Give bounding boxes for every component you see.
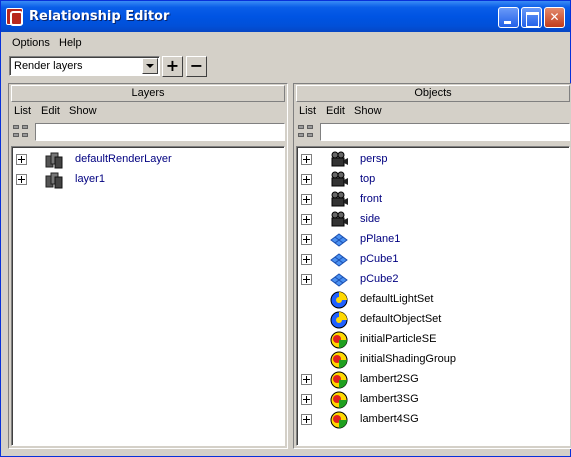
object-row[interactable]: defaultLightSet: [297, 290, 569, 310]
layer-row-label: defaultRenderLayer: [75, 153, 172, 165]
object-row-label: lambert3SG: [360, 393, 419, 405]
expand-icon[interactable]: [16, 154, 27, 165]
object-row[interactable]: initialShadingGroup: [297, 350, 569, 370]
layers-header: Layers: [11, 85, 285, 102]
layers-menu-list[interactable]: List: [14, 105, 31, 117]
filter-icon[interactable]: [296, 122, 318, 142]
objects-panel: Objects List Edit Show persp top front side…: [293, 83, 571, 449]
editor-mode-dropdown[interactable]: Render layers: [9, 56, 160, 76]
expand-icon[interactable]: [301, 274, 312, 285]
layer-row[interactable]: layer1: [12, 170, 284, 190]
object-row-label: pPlane1: [360, 233, 401, 245]
expand-icon[interactable]: [301, 154, 312, 165]
menu-options[interactable]: Options: [12, 37, 50, 49]
menu-bar: Options Help: [2, 34, 569, 53]
render-layer-icon: [43, 151, 65, 169]
layers-filter-input[interactable]: [35, 123, 285, 141]
layer-row[interactable]: defaultRenderLayer: [12, 150, 284, 170]
object-row[interactable]: pCube2: [297, 270, 569, 290]
dropdown-arrow-icon[interactable]: [142, 58, 158, 74]
object-row[interactable]: front: [297, 190, 569, 210]
camera-icon: [328, 191, 350, 209]
object-row-label: pCube1: [360, 253, 399, 265]
camera-icon: [328, 151, 350, 169]
layer-row-label: layer1: [75, 173, 105, 185]
camera-icon: [328, 211, 350, 229]
object-row-label: initialParticleSE: [360, 333, 437, 345]
objects-menu-show[interactable]: Show: [354, 105, 382, 117]
shading-group-icon: [328, 331, 350, 349]
filter-icon[interactable]: [11, 122, 33, 142]
object-row[interactable]: lambert2SG: [297, 370, 569, 390]
objects-filter-input[interactable]: [320, 123, 570, 141]
toolbar: Render layers + −: [2, 53, 569, 81]
layers-menu: List Edit Show: [11, 104, 285, 120]
shading-group-icon: [328, 411, 350, 429]
expand-icon[interactable]: [301, 374, 312, 385]
shading-group-icon: [328, 351, 350, 369]
app-icon: [6, 8, 23, 26]
object-row[interactable]: top: [297, 170, 569, 190]
object-row[interactable]: pCube1: [297, 250, 569, 270]
expand-icon[interactable]: [16, 174, 27, 185]
window-title: Relationship Editor: [29, 9, 170, 24]
layers-menu-edit[interactable]: Edit: [41, 105, 60, 117]
title-bar[interactable]: Relationship Editor ✕: [1, 1, 570, 32]
expand-icon[interactable]: [301, 194, 312, 205]
object-row[interactable]: initialParticleSE: [297, 330, 569, 350]
editor-mode-value: Render layers: [14, 60, 83, 72]
mesh-icon: [328, 231, 350, 249]
set-icon: [328, 311, 350, 329]
render-layer-icon: [43, 171, 65, 189]
objects-header: Objects: [296, 85, 570, 102]
set-icon: [328, 291, 350, 309]
objects-menu-edit[interactable]: Edit: [326, 105, 345, 117]
objects-menu-list[interactable]: List: [299, 105, 316, 117]
mesh-icon: [328, 271, 350, 289]
shading-group-icon: [328, 391, 350, 409]
objects-menu: List Edit Show: [296, 104, 570, 120]
expand-icon[interactable]: [301, 414, 312, 425]
camera-icon: [328, 171, 350, 189]
object-row-label: defaultObjectSet: [360, 313, 442, 325]
object-row[interactable]: lambert3SG: [297, 390, 569, 410]
object-row-label: lambert4SG: [360, 413, 419, 425]
layers-panel: Layers List Edit Show defaultRenderLayer…: [8, 83, 288, 449]
expand-icon[interactable]: [301, 234, 312, 245]
object-row-label: front: [360, 193, 383, 205]
layers-list: defaultRenderLayer layer1: [11, 146, 285, 446]
relationship-editor-window: Relationship Editor ✕ Options Help Rende…: [0, 0, 571, 457]
object-row-label: persp: [360, 153, 388, 165]
remove-button[interactable]: −: [186, 56, 207, 77]
minimize-button[interactable]: [498, 7, 519, 28]
expand-icon[interactable]: [301, 174, 312, 185]
object-row-label: side: [360, 213, 381, 225]
object-row[interactable]: persp: [297, 150, 569, 170]
object-row-label: lambert2SG: [360, 373, 419, 385]
mesh-icon: [328, 251, 350, 269]
menu-help[interactable]: Help: [59, 37, 82, 49]
layers-menu-show[interactable]: Show: [69, 105, 97, 117]
expand-icon[interactable]: [301, 254, 312, 265]
object-row-label: defaultLightSet: [360, 293, 434, 305]
object-row[interactable]: pPlane1: [297, 230, 569, 250]
object-row-label: top: [360, 173, 376, 185]
maximize-button[interactable]: [521, 7, 542, 28]
object-row-label: pCube2: [360, 273, 399, 285]
expand-icon[interactable]: [301, 214, 312, 225]
object-row[interactable]: defaultObjectSet: [297, 310, 569, 330]
close-button[interactable]: ✕: [544, 7, 565, 28]
add-button[interactable]: +: [162, 56, 183, 77]
object-row[interactable]: side: [297, 210, 569, 230]
expand-icon[interactable]: [301, 394, 312, 405]
shading-group-icon: [328, 371, 350, 389]
objects-list: persp top front side pPlane1 pCube1 pCube2 defa…: [296, 146, 570, 446]
object-row-label: initialShadingGroup: [360, 353, 457, 365]
object-row[interactable]: lambert4SG: [297, 410, 569, 430]
